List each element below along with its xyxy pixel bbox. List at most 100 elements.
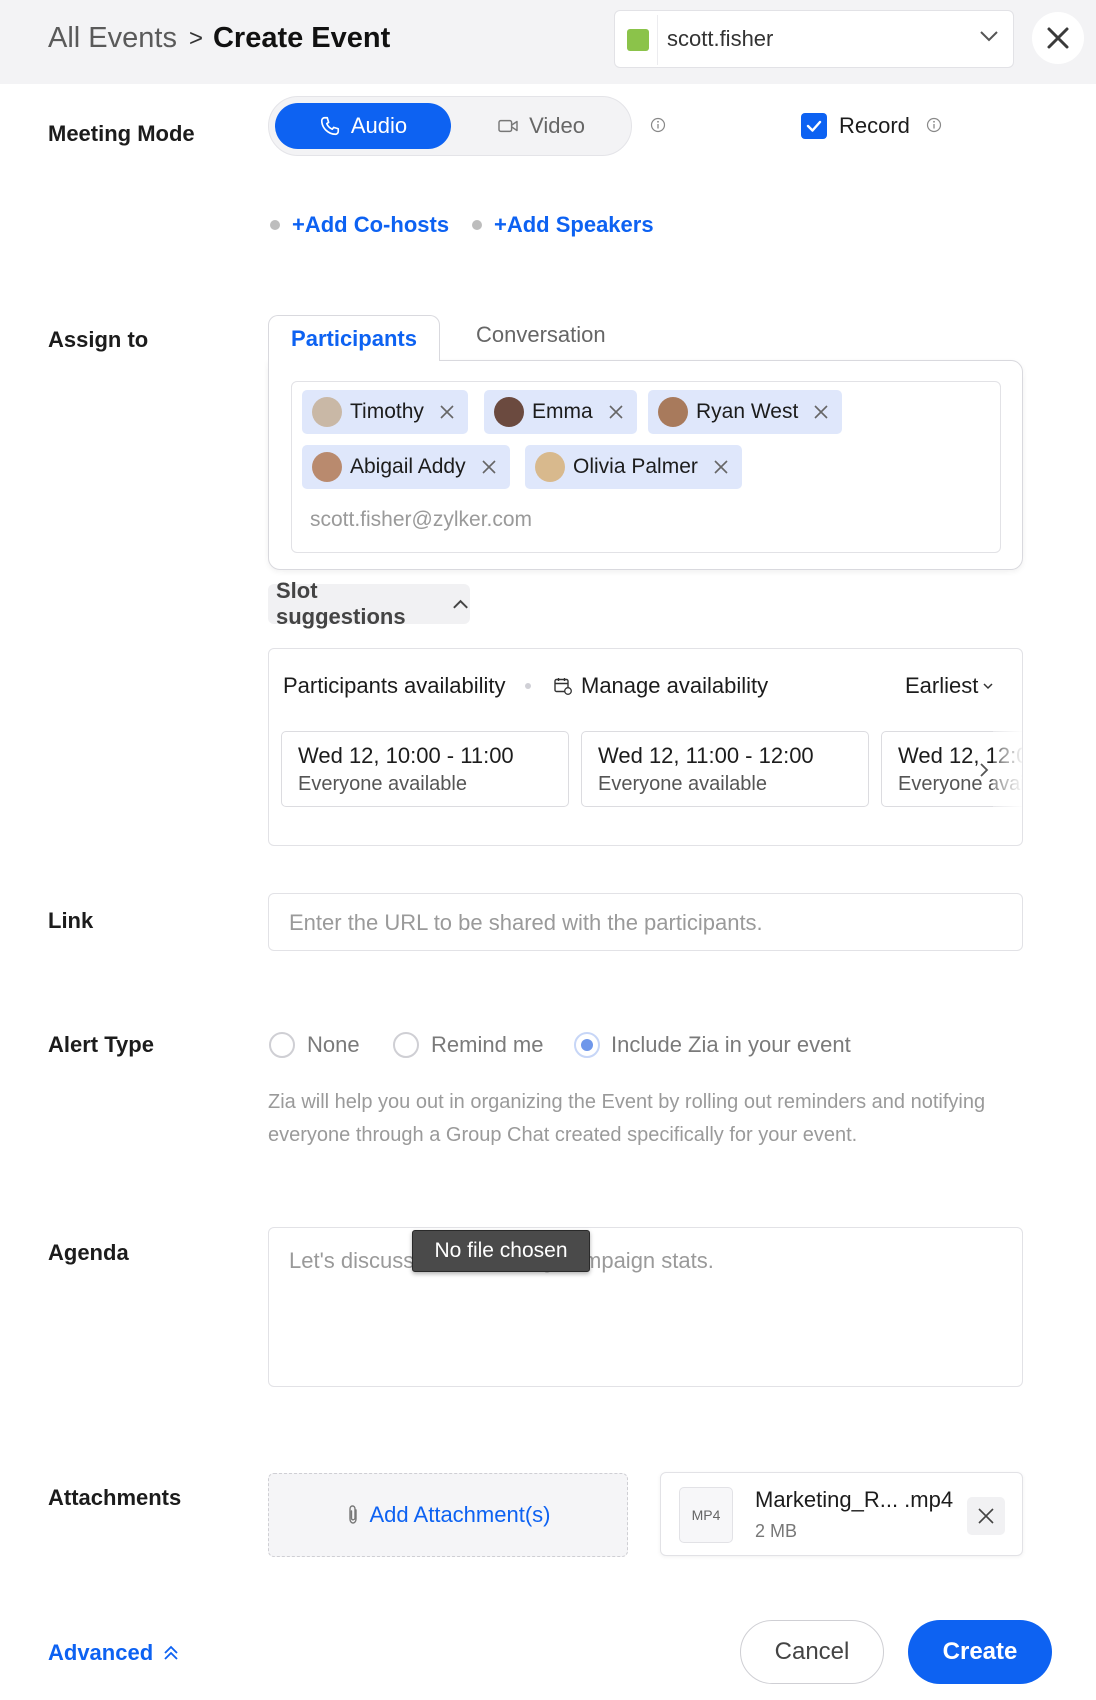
participant-name: Olivia Palmer [573,455,698,478]
assign-panel: Timothy Emma Ryan West Abigail Addy Oliv… [268,360,1023,570]
slot-card[interactable]: Wed 12, 10:00 - 11:00 Everyone available [281,731,569,807]
attachment-file-card: MP4 Marketing_R... .mp4 2 MB [660,1472,1023,1556]
slot-suggestions-label: Slot suggestions [276,578,406,629]
double-chevron-up-icon [164,1645,178,1660]
participant-name: Emma [532,400,593,423]
add-attachment-label: Add Attachment(s) [369,1502,551,1527]
calendar-settings-icon [554,678,572,695]
audio-mode-button[interactable]: Audio [275,103,451,149]
alert-hint-text: Zia will help you out in organizing the … [268,1091,986,1146]
meeting-mode-toggle: Audio Video [268,96,632,156]
record-info-icon[interactable] [926,117,942,133]
participants-input[interactable]: Timothy Emma Ryan West Abigail Addy Oliv… [291,381,1001,553]
close-button[interactable] [1032,12,1084,64]
chevron-up-icon [453,599,468,609]
user-color-swatch [627,29,649,51]
participant-name: Timothy [350,400,424,423]
participant-chip: Emma [484,390,637,434]
file-tooltip: No file chosen [412,1230,590,1272]
tab-participants[interactable]: Participants [268,315,440,361]
add-speakers-label: +Add Speakers [494,212,654,237]
breadcrumb-all-events-link[interactable]: All Events [48,22,177,55]
alert-radio-remind-me[interactable] [393,1032,419,1058]
add-speakers-link[interactable]: +Add Speakers [472,212,654,238]
slot-scroll-fade [993,731,1022,807]
record-checkbox[interactable] [801,113,827,139]
video-mode-label: Video [529,113,585,138]
chevron-down-icon [980,31,998,42]
remove-icon[interactable] [712,458,730,476]
slot-card[interactable]: Wed 12, 11:00 - 12:00 Everyone available [581,731,869,807]
avatar [312,452,342,482]
participant-chip: Abigail Addy [302,445,510,489]
remove-icon[interactable] [480,458,498,476]
create-button[interactable]: Create [908,1620,1052,1684]
slot-time: Wed 12, 11:00 - 12:00 [598,743,814,768]
slot-suggestions-toggle[interactable]: Slot suggestions [268,578,470,629]
user-select-divider [657,15,658,65]
user-select-value: scott.fisher [667,26,774,51]
close-icon [1047,27,1069,49]
meeting-mode-label: Meeting Mode [48,121,195,146]
agenda-label: Agenda [48,1240,129,1265]
slot-status: Everyone available [298,773,467,795]
chevron-right-icon[interactable] [976,762,992,778]
user-select-dropdown[interactable]: scott.fisher [614,10,1014,68]
assign-to-label: Assign to [48,327,149,352]
video-camera-icon [498,119,518,133]
checkmark-icon [806,120,822,132]
paperclip-icon [348,1505,357,1524]
chevron-down-icon [983,683,993,690]
manage-availability-label: Manage availability [581,673,769,698]
avatar [494,397,524,427]
link-input[interactable]: Enter the URL to be shared with the part… [268,893,1023,951]
add-cohosts-label: +Add Co-hosts [292,212,450,237]
file-size: 2 MB [755,1521,798,1541]
alert-option-label: Remind me [431,1032,544,1057]
participant-chip: Ryan West [648,390,843,434]
add-attachment-button[interactable]: Add Attachment(s) [268,1473,628,1557]
slot-status: Everyone available [598,773,767,795]
avatar [658,397,688,427]
avatar [535,452,565,482]
page-title: Create Event [212,22,391,54]
alert-radio-include-zia[interactable] [574,1032,600,1058]
alert-option-label: Include Zia in your event [611,1032,851,1057]
avatar [312,397,342,427]
video-mode-button[interactable]: Video [455,103,627,149]
advanced-label: Advanced [48,1640,154,1665]
remove-attachment-button[interactable] [967,1497,1005,1535]
audio-mode-label: Audio [350,113,408,138]
availability-panel: Participants availability Manage availab… [268,648,1023,846]
slot-time: Wed 12, 10:00 - 11:00 [298,743,514,768]
sort-label: Earliest [905,673,979,698]
participant-name: Abigail Addy [350,455,466,478]
participant-name: Ryan West [696,400,799,423]
add-cohosts-link[interactable]: +Add Co-hosts [270,212,449,238]
advanced-toggle[interactable]: Advanced [48,1640,179,1666]
sort-dropdown[interactable]: Earliest [905,673,994,699]
tab-conversation[interactable]: Conversation [476,322,606,348]
alert-radio-none[interactable] [269,1032,295,1058]
phone-icon [320,116,339,136]
bullet-dot [270,220,280,230]
remove-icon[interactable] [812,403,830,421]
bullet-dot [472,220,482,230]
meeting-mode-info-icon[interactable] [650,117,666,133]
cancel-button[interactable]: Cancel [740,1620,884,1684]
manage-availability-button[interactable]: Manage availability [553,673,768,699]
header-bar: All Events > Create Event scott.fisher [0,0,1096,84]
record-label: Record [839,113,910,138]
breadcrumb: All Events > Create Event [48,22,390,55]
availability-title: Participants availability [283,673,506,698]
participant-chip: Timothy [302,390,468,434]
alert-type-label: Alert Type [48,1032,154,1057]
attachments-label: Attachments [48,1485,182,1510]
agenda-textarea[interactable]: Let's discuss the marketing campaign sta… [268,1227,1023,1387]
file-name: Marketing_R... .mp4 [755,1487,954,1512]
breadcrumb-separator: > [188,24,203,52]
participant-email-input[interactable]: scott.fisher@zylker.com [310,508,532,532]
separator-dot [525,683,531,689]
remove-icon[interactable] [607,403,625,421]
remove-icon[interactable] [438,403,456,421]
